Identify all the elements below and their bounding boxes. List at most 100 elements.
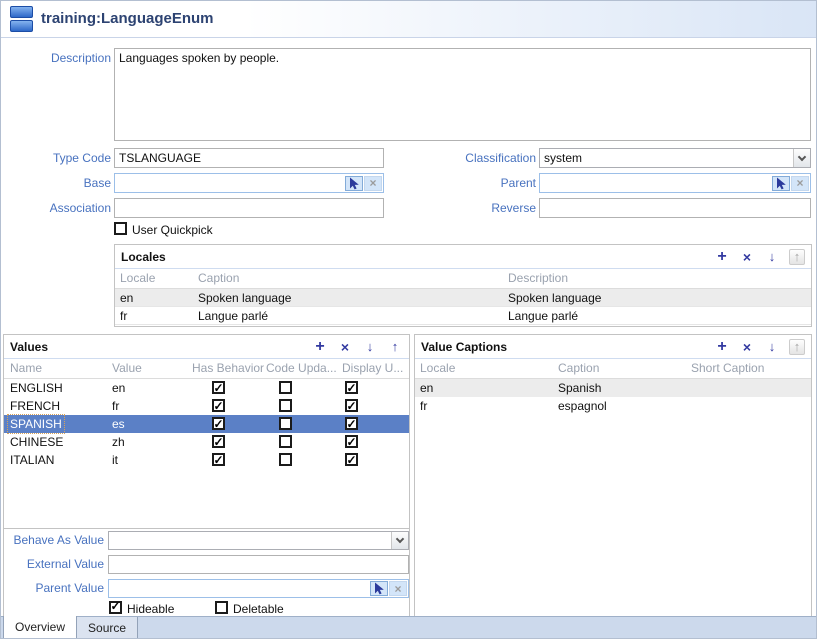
pick-arrow-icon — [775, 177, 787, 190]
cell-description: Spoken language — [508, 289, 601, 307]
parent-clear-button[interactable]: × — [791, 176, 809, 191]
column-header: Locale — [420, 359, 455, 378]
column-header: Caption — [198, 269, 239, 288]
base-field[interactable]: × — [114, 173, 384, 193]
values-move-up-button[interactable]: ↑ — [387, 339, 403, 355]
cell-locale: en — [120, 289, 133, 307]
tab-source[interactable]: Source — [77, 617, 138, 638]
display-updatable-checkbox[interactable] — [345, 435, 358, 448]
cell-value: en — [112, 379, 125, 397]
external-value-label: External Value — [10, 555, 104, 574]
association-input[interactable] — [114, 198, 384, 218]
parent-pick-button[interactable] — [772, 176, 790, 191]
clear-icon: × — [796, 176, 803, 190]
editor-header: training:LanguageEnum — [1, 1, 816, 38]
cell-locale: en — [420, 379, 433, 397]
association-label: Association — [1, 198, 111, 218]
table-row[interactable]: en Spoken language Spoken language — [115, 289, 811, 307]
display-updatable-checkbox[interactable] — [345, 453, 358, 466]
deletable-label: Deletable — [233, 602, 284, 616]
cell-value: it — [112, 451, 118, 469]
behave-as-value-select[interactable] — [108, 531, 409, 550]
code-updatable-checkbox[interactable] — [279, 435, 292, 448]
column-header: Name — [10, 359, 42, 378]
base-pick-button[interactable] — [345, 176, 363, 191]
parent-value-pick-button[interactable] — [370, 581, 388, 596]
has-behavior-checkbox[interactable] — [212, 399, 225, 412]
values-toolbar: + × ↓ ↑ — [312, 339, 403, 355]
locales-delete-button[interactable]: × — [739, 249, 755, 265]
code-updatable-checkbox[interactable] — [279, 453, 292, 466]
locales-title: Locales — [121, 250, 166, 264]
parent-field[interactable]: × — [539, 173, 811, 193]
column-header: Short Caption — [691, 359, 764, 378]
cell-caption: espagnol — [558, 397, 607, 415]
code-updatable-checkbox[interactable] — [279, 399, 292, 412]
external-value-input[interactable] — [108, 555, 409, 574]
classification-dropdown-button[interactable] — [793, 149, 810, 167]
has-behavior-checkbox[interactable] — [212, 381, 225, 394]
locales-move-up-button[interactable]: ↑ — [789, 249, 805, 265]
values-move-down-button[interactable]: ↓ — [362, 339, 378, 355]
values-add-button[interactable]: + — [312, 339, 328, 355]
user-quickpick-checkbox[interactable] — [114, 222, 127, 235]
column-header: Locale — [120, 269, 155, 288]
has-behavior-checkbox[interactable] — [212, 417, 225, 430]
column-header: Description — [508, 269, 568, 288]
column-header: Display U... — [342, 359, 403, 378]
classification-select[interactable]: system — [539, 148, 811, 168]
parent-value-field[interactable]: × — [108, 579, 409, 598]
display-updatable-checkbox[interactable] — [345, 417, 358, 430]
cell-description: Langue parlé — [508, 307, 578, 325]
deletable-checkbox[interactable] — [215, 601, 228, 614]
has-behavior-checkbox[interactable] — [212, 435, 225, 448]
code-updatable-checkbox[interactable] — [279, 417, 292, 430]
values-delete-button[interactable]: × — [337, 339, 353, 355]
code-updatable-checkbox[interactable] — [279, 381, 292, 394]
classification-label: Classification — [423, 148, 536, 168]
column-header: Caption — [558, 359, 599, 378]
hideable-checkbox[interactable] — [109, 601, 122, 614]
values-panel: Values + × ↓ ↑ Name Value Has Behavior C… — [3, 334, 410, 618]
enum-editor-window: training:LanguageEnum Description Langua… — [0, 0, 817, 639]
table-row[interactable]: fr espagnol — [415, 397, 811, 415]
cell-value: zh — [112, 433, 125, 451]
pick-arrow-icon — [373, 582, 385, 595]
table-row[interactable]: SPANISH es — [4, 415, 409, 433]
description-field[interactable]: Languages spoken by people. — [114, 48, 811, 141]
parent-value-label: Parent Value — [10, 579, 104, 598]
user-quickpick-label: User Quickpick — [132, 223, 213, 237]
behave-as-value-dropdown-button[interactable] — [391, 532, 408, 549]
table-row[interactable]: ITALIAN it — [4, 451, 409, 469]
has-behavior-checkbox[interactable] — [212, 453, 225, 466]
cell-caption: Spanish — [558, 379, 601, 397]
value-captions-delete-button[interactable]: × — [739, 339, 755, 355]
clear-icon: × — [369, 176, 376, 190]
value-captions-toolbar: + × ↓ ↑ — [714, 339, 805, 355]
value-captions-move-down-button[interactable]: ↓ — [764, 339, 780, 355]
parent-label: Parent — [423, 173, 536, 193]
column-header: Has Behavior — [192, 359, 264, 378]
value-captions-add-button[interactable]: + — [714, 339, 730, 355]
chevron-down-icon — [396, 535, 404, 543]
table-row[interactable]: CHINESE zh — [4, 433, 409, 451]
locales-add-button[interactable]: + — [714, 249, 730, 265]
description-label: Description — [1, 48, 111, 68]
parent-value-clear-button[interactable]: × — [389, 581, 407, 596]
table-row[interactable]: FRENCH fr — [4, 397, 409, 415]
reverse-input[interactable] — [539, 198, 811, 218]
display-updatable-checkbox[interactable] — [345, 381, 358, 394]
table-row[interactable]: ENGLISH en — [4, 379, 409, 397]
value-captions-title: Value Captions — [421, 340, 507, 354]
table-row[interactable]: fr Langue parlé Langue parlé — [115, 307, 811, 325]
table-row[interactable]: en Spanish — [415, 379, 811, 397]
type-code-input[interactable] — [114, 148, 384, 168]
editor-tab-bar: Overview Source — [1, 616, 816, 638]
locales-move-down-button[interactable]: ↓ — [764, 249, 780, 265]
base-clear-button[interactable]: × — [364, 176, 382, 191]
value-captions-panel-header: Value Captions + × ↓ ↑ — [415, 335, 811, 359]
display-updatable-checkbox[interactable] — [345, 399, 358, 412]
tab-overview[interactable]: Overview — [3, 616, 77, 638]
values-column-headers: Name Value Has Behavior Code Upda... Dis… — [4, 359, 409, 379]
value-captions-move-up-button[interactable]: ↑ — [789, 339, 805, 355]
